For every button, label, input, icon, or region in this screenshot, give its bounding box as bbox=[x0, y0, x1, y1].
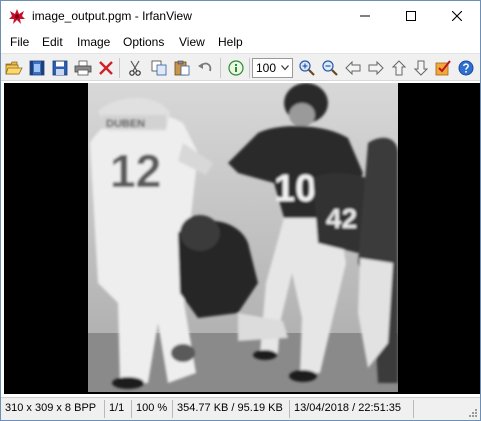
menu-bar: File Edit Image Options View Help bbox=[1, 31, 480, 53]
undo-button[interactable] bbox=[194, 57, 216, 79]
slideshow-icon bbox=[29, 60, 45, 76]
copy-icon bbox=[151, 60, 167, 76]
status-dimensions: 310 x 309 x 8 BPP bbox=[5, 402, 97, 414]
maximize-icon bbox=[406, 11, 416, 21]
first-file-icon bbox=[392, 60, 406, 76]
print-button[interactable] bbox=[72, 57, 94, 79]
status-filesize: 354.77 KB / 95.19 KB bbox=[177, 402, 283, 414]
jersey-number-left: 12 bbox=[110, 145, 161, 197]
delete-icon bbox=[99, 61, 113, 75]
title-bar[interactable]: image_output.pgm - IrfanView bbox=[1, 1, 480, 31]
last-file-icon bbox=[414, 60, 428, 76]
toolbar-separator bbox=[119, 58, 120, 78]
copy-button[interactable] bbox=[148, 57, 170, 79]
first-file-button[interactable] bbox=[388, 57, 410, 79]
undo-icon bbox=[198, 62, 212, 72]
status-separator bbox=[413, 400, 414, 418]
zoom-out-button[interactable] bbox=[319, 57, 341, 79]
previous-arrow-icon bbox=[345, 61, 361, 75]
zoom-dropdown[interactable]: 100 bbox=[252, 58, 293, 78]
minimize-icon bbox=[360, 15, 370, 17]
properties-button[interactable] bbox=[432, 57, 454, 79]
menu-file[interactable]: File bbox=[10, 35, 29, 49]
status-separator bbox=[104, 400, 105, 418]
status-separator bbox=[172, 400, 173, 418]
status-datetime: 13/04/2018 / 22:51:35 bbox=[294, 402, 402, 414]
paste-button[interactable] bbox=[171, 57, 193, 79]
zoom-out-icon bbox=[322, 60, 338, 76]
delete-button[interactable] bbox=[95, 57, 117, 79]
status-zoom: 100 % bbox=[136, 402, 168, 414]
jersey-number-right: 10 bbox=[274, 168, 316, 210]
chevron-down-icon bbox=[281, 65, 289, 71]
previous-button[interactable] bbox=[342, 57, 364, 79]
open-folder-icon bbox=[5, 61, 23, 75]
next-arrow-icon bbox=[368, 61, 384, 75]
maximize-button[interactable] bbox=[388, 1, 434, 31]
open-button[interactable] bbox=[3, 57, 25, 79]
menu-edit[interactable]: Edit bbox=[42, 35, 63, 49]
close-icon bbox=[452, 11, 462, 21]
resize-grip-icon[interactable] bbox=[468, 408, 478, 418]
next-button[interactable] bbox=[365, 57, 387, 79]
zoom-in-icon bbox=[299, 60, 315, 76]
save-icon bbox=[52, 60, 68, 76]
menu-view[interactable]: View bbox=[179, 35, 205, 49]
image-viewport[interactable]: DUBEN 12 10 42 bbox=[4, 83, 480, 394]
menu-options[interactable]: Options bbox=[123, 35, 164, 49]
last-file-button[interactable] bbox=[410, 57, 432, 79]
toolbar-separator bbox=[249, 58, 250, 78]
cut-button[interactable] bbox=[124, 57, 146, 79]
info-icon bbox=[228, 60, 244, 76]
zoom-in-button[interactable] bbox=[296, 57, 318, 79]
print-icon bbox=[74, 60, 92, 76]
zoom-value: 100 bbox=[256, 61, 277, 75]
info-button[interactable] bbox=[225, 57, 247, 79]
toolbar-separator bbox=[220, 58, 221, 78]
status-bar: 310 x 309 x 8 BPP 1/1 100 % 354.77 KB / … bbox=[1, 397, 480, 420]
save-button[interactable] bbox=[49, 57, 71, 79]
menu-help[interactable]: Help bbox=[218, 35, 243, 49]
jersey-name-left: DUBEN bbox=[106, 118, 145, 130]
help-button[interactable] bbox=[455, 57, 477, 79]
menu-image[interactable]: Image bbox=[77, 35, 110, 49]
slideshow-button[interactable] bbox=[26, 57, 48, 79]
paste-icon bbox=[174, 60, 190, 76]
status-separator bbox=[289, 400, 290, 418]
football-photo: DUBEN 12 10 42 bbox=[88, 83, 398, 392]
cut-icon bbox=[129, 60, 141, 76]
toolbar: 100 bbox=[1, 53, 480, 81]
status-separator bbox=[131, 400, 132, 418]
properties-icon bbox=[435, 60, 451, 76]
help-icon bbox=[458, 60, 474, 76]
close-button[interactable] bbox=[434, 1, 480, 31]
jersey-number-back: 42 bbox=[326, 203, 357, 234]
minimize-button[interactable] bbox=[342, 1, 388, 31]
status-page: 1/1 bbox=[109, 402, 125, 414]
irfanview-window: image_output.pgm - IrfanView File Edit I… bbox=[0, 0, 481, 421]
window-title: image_output.pgm - IrfanView bbox=[32, 9, 192, 23]
irfanview-app-icon bbox=[9, 9, 25, 24]
